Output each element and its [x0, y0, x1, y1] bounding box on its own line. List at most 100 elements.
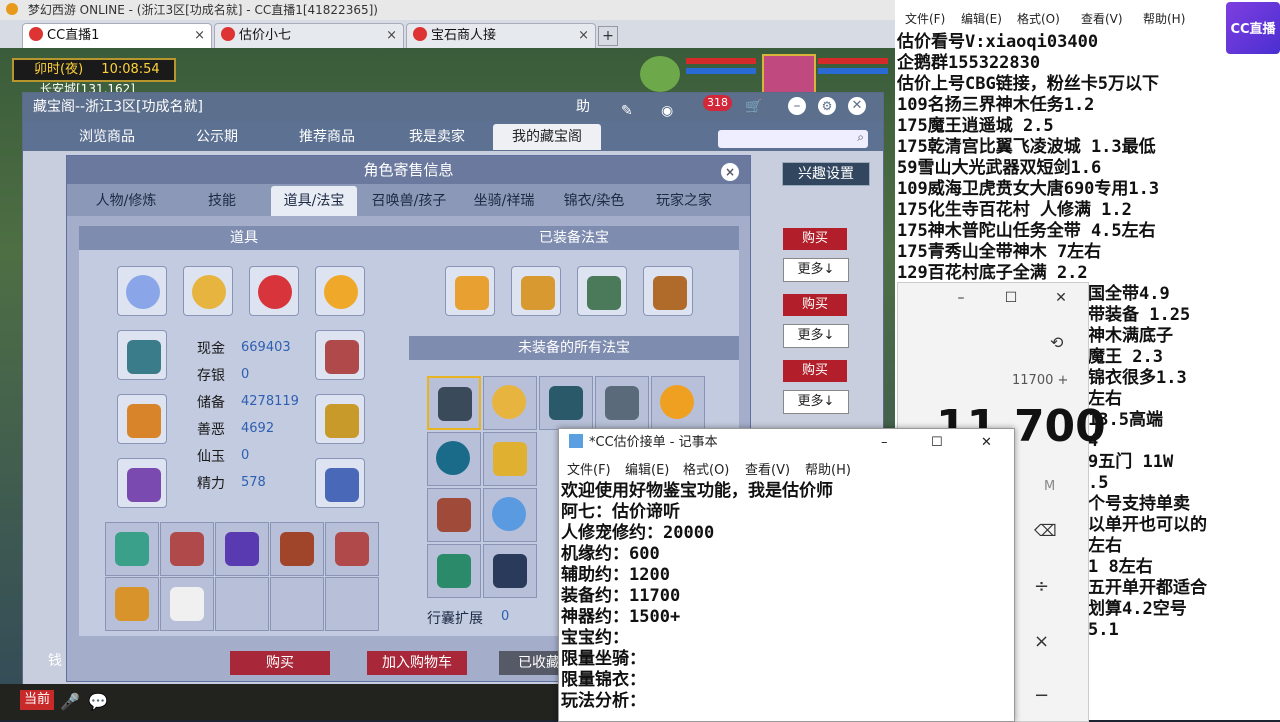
minimize-icon[interactable]: – [936, 283, 986, 313]
close-icon[interactable]: × [721, 163, 739, 181]
multiply-button[interactable]: × [1034, 631, 1049, 652]
buy-button[interactable]: 购买 [230, 651, 330, 675]
tab-cc-live[interactable]: CC直播1 × [22, 23, 212, 48]
history-icon[interactable]: ⟲ [1050, 333, 1063, 352]
item-slot[interactable] [117, 330, 167, 380]
inventory-slot[interactable] [270, 577, 324, 631]
tab-home[interactable]: 玩家之家 [641, 186, 727, 216]
fabao-slot[interactable] [483, 376, 537, 430]
menu-edit[interactable]: 编辑(E) [961, 10, 1002, 27]
inventory-slot[interactable] [215, 522, 269, 576]
more-button[interactable]: 更多↓ [783, 324, 849, 348]
minimize-icon[interactable]: – [881, 429, 888, 457]
menu-view[interactable]: 查看(V) [1081, 10, 1123, 27]
fabao-slot[interactable] [483, 432, 537, 486]
chat-icon[interactable]: 💬 [88, 692, 108, 711]
menu-view[interactable]: 查看(V) [745, 459, 790, 478]
inventory-slot[interactable] [105, 522, 159, 576]
buy-button[interactable]: 购买 [783, 294, 847, 316]
item-slot[interactable] [315, 266, 365, 316]
maximize-icon[interactable]: ☐ [986, 283, 1036, 313]
backspace-button[interactable]: ⌫ [1034, 521, 1057, 540]
fabao-slot[interactable] [427, 488, 481, 542]
maximize-icon[interactable]: ☐ [931, 429, 943, 457]
item-slot[interactable] [249, 266, 299, 316]
inventory-slot[interactable] [325, 577, 379, 631]
current-channel-button[interactable]: 当前 [20, 690, 55, 710]
item-slot[interactable] [315, 394, 365, 444]
settings-icon[interactable]: ◉ [661, 97, 679, 119]
nav-browse[interactable]: 浏览商品 [53, 124, 161, 150]
item-slot[interactable] [117, 266, 167, 316]
tab-skills[interactable]: 技能 [179, 186, 265, 216]
tab-gem-merchant[interactable]: 宝石商人接 × [406, 23, 596, 48]
menu-help[interactable]: 帮助(H) [1143, 10, 1185, 27]
menu-help[interactable]: 帮助(H) [805, 459, 851, 478]
inventory-slot[interactable] [160, 577, 214, 631]
inventory-slot[interactable] [160, 522, 214, 576]
search-icon[interactable]: ⌕ [857, 130, 864, 145]
menu-file[interactable]: 文件(F) [905, 10, 945, 27]
cbg-search-input[interactable]: ⌕ [718, 130, 868, 148]
buy-button[interactable]: 购买 [783, 228, 847, 250]
buy-button[interactable]: 购买 [783, 360, 847, 382]
fabao-slot[interactable] [445, 266, 495, 316]
close-icon[interactable]: ✕ [848, 97, 866, 115]
fabao-slot[interactable] [483, 544, 537, 598]
mic-icon[interactable]: 🎤 [60, 692, 80, 711]
nav-my-cbg[interactable]: 我的藏宝阁 [493, 124, 601, 150]
memory-button[interactable]: M [1044, 479, 1055, 494]
item-slot[interactable] [315, 330, 365, 380]
close-tab-icon[interactable]: × [194, 24, 205, 48]
close-icon[interactable]: ✕ [981, 429, 992, 457]
fabao-slot[interactable] [651, 376, 705, 430]
inventory-slot[interactable] [270, 522, 324, 576]
minimize-icon[interactable]: – [788, 97, 806, 115]
tab-appraiser[interactable]: 估价小七 × [214, 23, 404, 48]
notepad-text[interactable]: 欢迎使用好物鉴宝功能，我是估价师 阿七：估价谛听 人修宠修约：20000 机缘约… [561, 481, 833, 712]
more-button[interactable]: 更多↓ [783, 258, 849, 282]
minus-button[interactable]: − [1034, 685, 1049, 706]
more-button[interactable]: 更多↓ [783, 390, 849, 414]
fabao-slot[interactable] [427, 544, 481, 598]
gear-icon[interactable]: ⚙ [818, 97, 836, 115]
tab-character[interactable]: 人物/修炼 [83, 186, 169, 216]
interest-settings-button[interactable]: 兴趣设置 [782, 162, 870, 186]
menu-edit[interactable]: 编辑(E) [625, 459, 669, 478]
nav-recommend[interactable]: 推荐商品 [273, 124, 381, 150]
tab-items[interactable]: 道具/法宝 [271, 186, 357, 216]
nav-seller[interactable]: 我是卖家 [383, 124, 491, 150]
inventory-slot[interactable] [105, 577, 159, 631]
menu-format[interactable]: 格式(O) [683, 459, 729, 478]
nav-public[interactable]: 公示期 [163, 124, 271, 150]
cart-icon[interactable]: 🛒 [745, 93, 762, 121]
menu-file[interactable]: 文件(F) [567, 459, 611, 478]
pin-icon[interactable]: ✎ [621, 97, 639, 119]
fabao-slot[interactable] [539, 376, 593, 430]
close-tab-icon[interactable]: × [386, 24, 397, 48]
fabao-slot[interactable] [643, 266, 693, 316]
close-icon[interactable]: ✕ [1036, 283, 1086, 313]
fabao-slot[interactable] [577, 266, 627, 316]
tab-mounts[interactable]: 坐骑/祥瑞 [461, 186, 547, 216]
item-slot[interactable] [183, 266, 233, 316]
add-to-cart-button[interactable]: 加入购物车 [367, 651, 467, 675]
tab-pets[interactable]: 召唤兽/孩子 [361, 186, 457, 216]
menu-format[interactable]: 格式(O) [1017, 10, 1060, 27]
notepad-text[interactable]: 估价看号V:xiaoqi03400 企鹅群155322830 估价上号CBG链接… [897, 32, 1159, 284]
inventory-slot[interactable] [215, 577, 269, 631]
new-tab-button[interactable]: + [598, 26, 618, 46]
close-tab-icon[interactable]: × [578, 24, 589, 48]
help-button[interactable]: 助 [576, 93, 590, 121]
tab-outfits[interactable]: 锦衣/染色 [551, 186, 637, 216]
divide-button[interactable]: ÷ [1034, 576, 1049, 597]
inventory-slot[interactable] [325, 522, 379, 576]
fabao-slot-selected[interactable] [427, 376, 481, 430]
item-slot[interactable] [117, 394, 167, 444]
fabao-slot[interactable] [483, 488, 537, 542]
item-slot[interactable] [117, 458, 167, 508]
fabao-slot[interactable] [595, 376, 649, 430]
item-slot[interactable] [315, 458, 365, 508]
fabao-slot[interactable] [427, 432, 481, 486]
fabao-slot[interactable] [511, 266, 561, 316]
